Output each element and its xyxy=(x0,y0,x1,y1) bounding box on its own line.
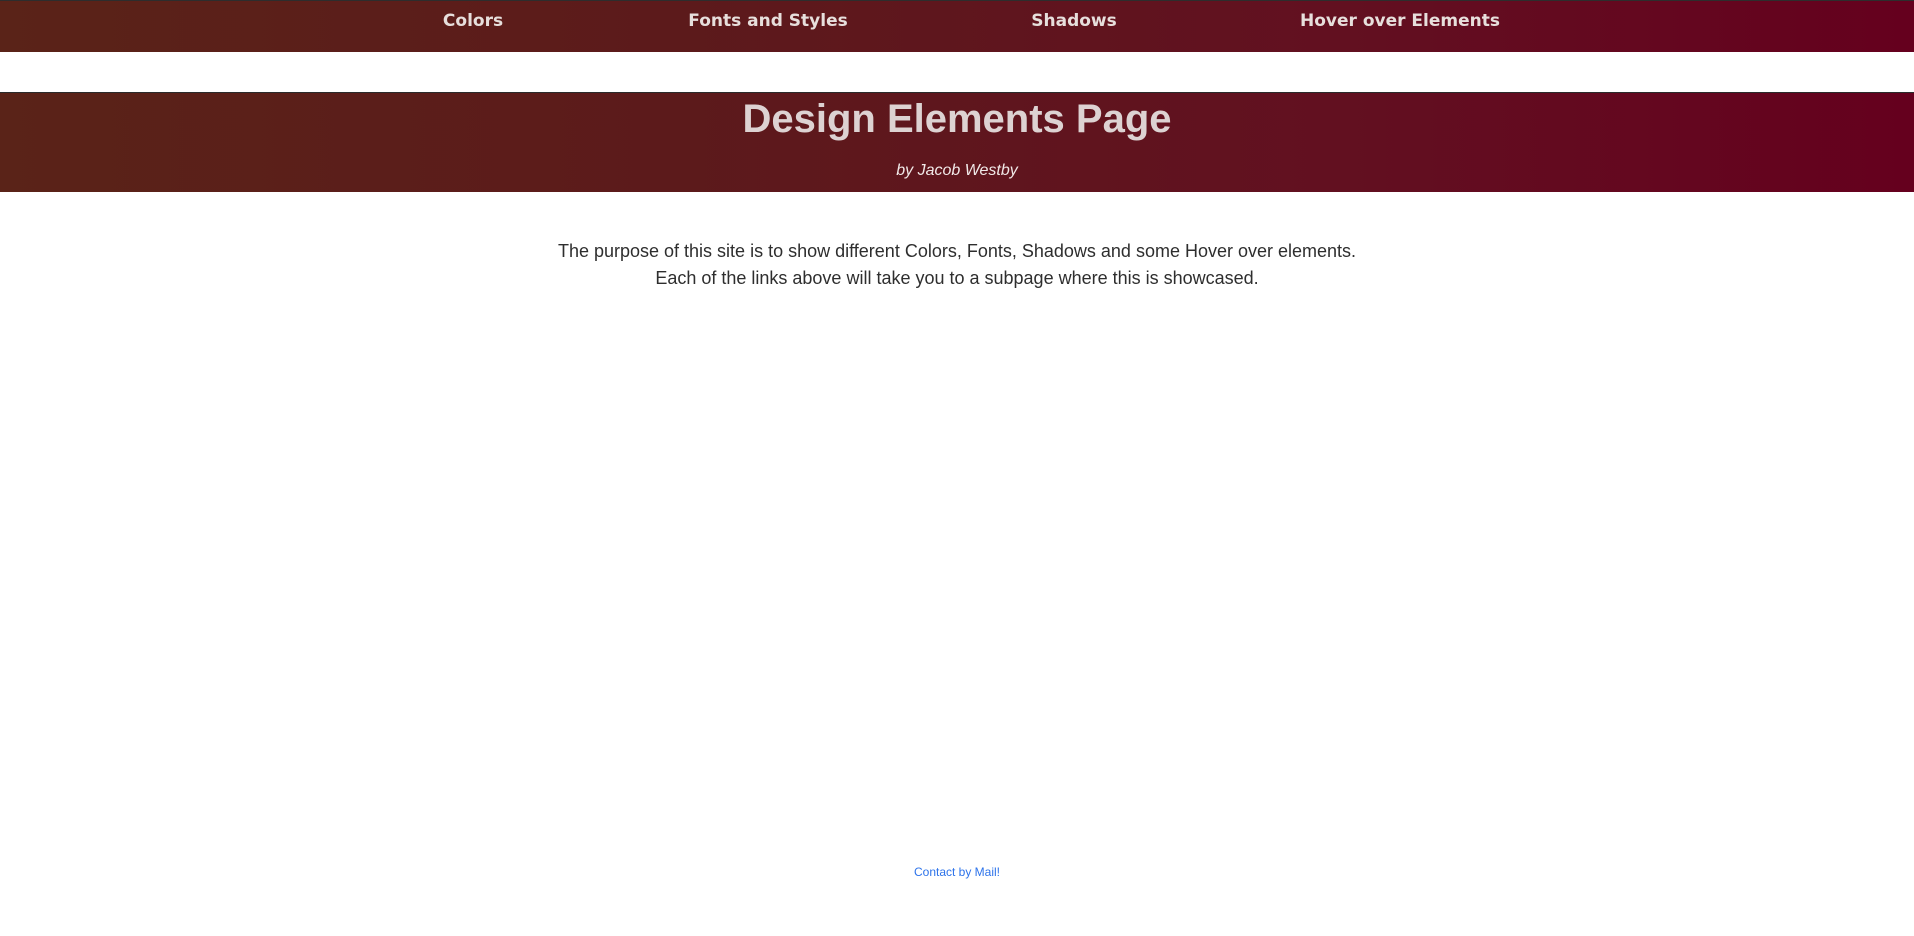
top-navigation-bar: Colors Fonts and Styles Shadows Hover ov… xyxy=(0,0,1914,52)
page-title: Design Elements Page xyxy=(742,97,1172,141)
author-byline: by Jacob Westby xyxy=(896,162,1018,179)
nav-link-colors[interactable]: Colors xyxy=(443,10,503,32)
intro-paragraph-line-2: Each of the links above will take you to… xyxy=(655,268,1259,288)
intro-text-section: The purpose of this site is to show diff… xyxy=(0,238,1914,292)
nav-link-shadows[interactable]: Shadows xyxy=(1031,10,1117,32)
nav-link-hover-over-elements[interactable]: Hover over Elements xyxy=(1300,10,1500,32)
intro-paragraph-line-1: The purpose of this site is to show diff… xyxy=(557,241,1357,261)
page-header-banner: Design Elements Page by Jacob Westby xyxy=(0,92,1914,192)
nav-link-fonts-and-styles[interactable]: Fonts and Styles xyxy=(688,10,847,32)
contact-mail-link[interactable]: Contact by Mail! xyxy=(914,864,1000,880)
